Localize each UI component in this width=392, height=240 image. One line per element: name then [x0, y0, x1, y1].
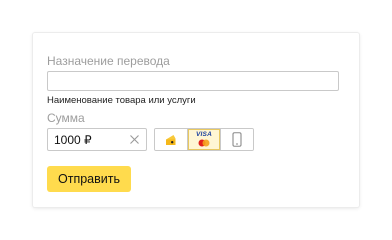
payment-method-mobile[interactable] [220, 129, 253, 150]
purpose-label: Назначение перевода [47, 54, 170, 68]
payment-method-yandex-money[interactable] [155, 129, 187, 150]
visa-label: VISA [196, 130, 212, 138]
purpose-hint: Наименование товара или услуги [47, 95, 196, 106]
payment-form-card: Назначение перевода Наименование товара … [33, 33, 359, 207]
phone-icon [232, 132, 242, 147]
purpose-input[interactable] [47, 71, 339, 91]
submit-button[interactable]: Отправить [47, 166, 131, 192]
clear-icon[interactable] [129, 134, 140, 145]
mastercard-icon [198, 139, 210, 147]
payment-method-bank-card[interactable]: VISA [187, 129, 220, 150]
amount-label: Сумма [47, 111, 85, 125]
amount-value: 1000 ₽ [54, 133, 92, 147]
yandex-wallet-icon [166, 134, 176, 145]
amount-input[interactable]: 1000 ₽ [47, 128, 147, 151]
payment-method-selector: VISA [154, 128, 254, 151]
